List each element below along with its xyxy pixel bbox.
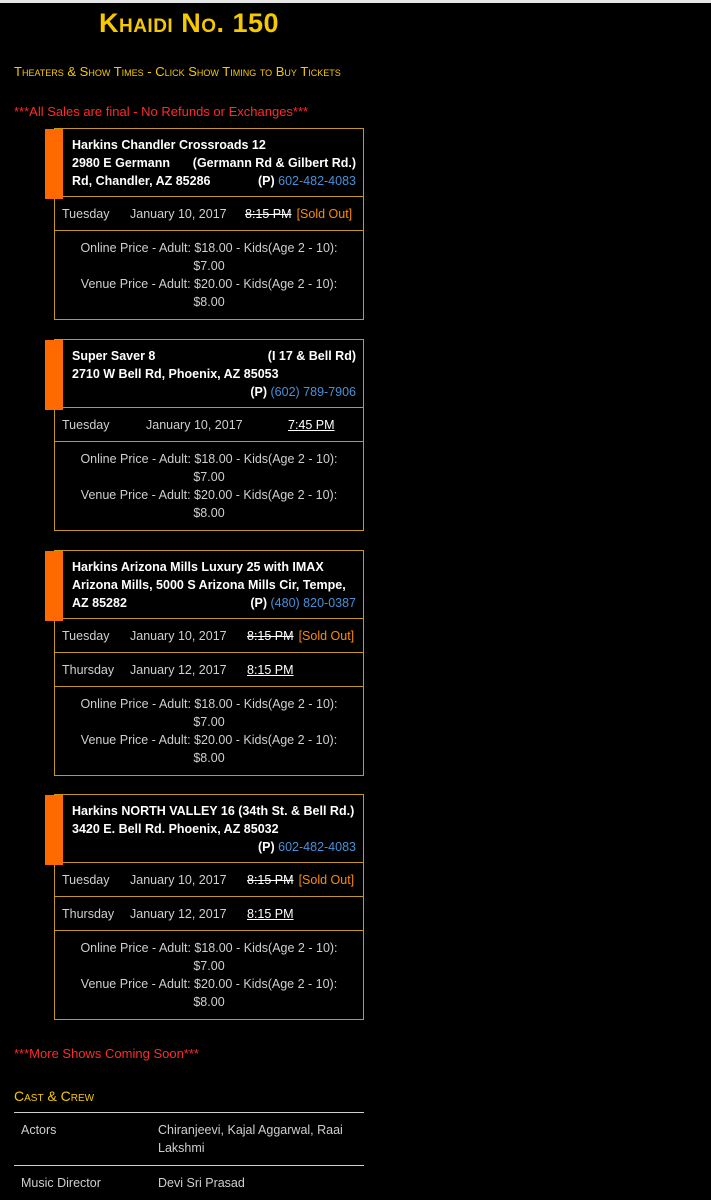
show-day: Tuesday <box>62 417 110 432</box>
theater-card: Harkins Chandler Crossroads 12 2980 E Ge… <box>45 128 364 320</box>
theater-accent-bar <box>45 340 63 410</box>
show-time: 8:15 PM <box>245 206 292 221</box>
cast-names: Chiranjeevi, Kajal Aggarwal, Raai Lakshm… <box>158 1123 343 1155</box>
show-day: Tuesday <box>62 628 110 643</box>
price-info: Online Price - Adult: $18.00 - Kids(Age … <box>55 441 363 530</box>
theater-card: Harkins NORTH VALLEY 16 (34th St. & Bell… <box>45 794 364 1020</box>
theater-address: 3420 E. Bell Rd. Phoenix, AZ 85032 <box>72 822 279 836</box>
show-date: January 12, 2017 <box>130 906 227 921</box>
price-info: Online Price - Adult: $18.00 - Kids(Age … <box>55 686 363 775</box>
cast-row: Actors Chiranjeevi, Kajal Aggarwal, Raai… <box>14 1112 364 1165</box>
theater-header: Super Saver 8 (I 17 & Bell Rd) 2710 W Bel… <box>45 340 363 410</box>
sold-out-badge: [Sold Out] <box>296 206 353 221</box>
show-day: Tuesday <box>62 206 110 221</box>
showtime-row: Thursday January 12, 2017 8:15 PM <box>55 896 363 930</box>
venue-price: Venue Price - Adult: $20.00 - Kids(Age 2… <box>80 488 338 520</box>
show-time-link[interactable]: 8:15 PM <box>247 663 294 677</box>
online-price: Online Price - Adult: $18.00 - Kids(Age … <box>80 241 338 273</box>
theater-address: 2980 E Germann <box>72 156 170 170</box>
show-time-link[interactable]: 8:15 PM <box>247 907 294 921</box>
showtime-row: Tuesday January 10, 2017 7:45 PM <box>55 407 363 441</box>
show-date: January 10, 2017 <box>130 206 227 221</box>
venue-price: Venue Price - Adult: $20.00 - Kids(Age 2… <box>80 977 338 1009</box>
phone-prefix: (P) <box>257 174 275 188</box>
theater-address: 2710 W Bell Rd, Phoenix, AZ 85053 <box>72 367 279 381</box>
online-price: Online Price - Adult: $18.00 - Kids(Age … <box>80 941 338 973</box>
phone-prefix: (P) <box>250 596 268 610</box>
online-price: Online Price - Adult: $18.00 - Kids(Age … <box>80 697 338 729</box>
theater-header: Harkins NORTH VALLEY 16 (34th St. & Bell… <box>45 795 363 865</box>
show-day: Tuesday <box>62 872 110 887</box>
theater-accent-bar <box>45 795 63 865</box>
online-price: Online Price - Adult: $18.00 - Kids(Age … <box>80 452 338 484</box>
theater-name: Super Saver 8 <box>72 349 156 363</box>
theater-accent-bar <box>45 551 63 621</box>
phone-link[interactable]: (480) 820-0387 <box>271 596 356 610</box>
phone-prefix: (P) <box>257 840 275 854</box>
theater-header: Harkins Chandler Crossroads 12 2980 E Ge… <box>45 129 363 199</box>
price-info: Online Price - Adult: $18.00 - Kids(Age … <box>55 930 363 1019</box>
show-day: Thursday <box>62 662 115 677</box>
showtime-row: Tuesday January 10, 2017 8:15 PM [Sold O… <box>55 862 363 896</box>
cast-table: Actors Chiranjeevi, Kajal Aggarwal, Raai… <box>14 1112 364 1200</box>
show-date: January 12, 2017 <box>130 662 227 677</box>
theater-name: Harkins Arizona Mills Luxury 25 with IMA… <box>72 560 324 574</box>
theater-card: Super Saver 8 (I 17 & Bell Rd) 2710 W Bel… <box>45 339 364 531</box>
theater-cross-streets: (Germann Rd & Gilbert Rd.) <box>192 156 356 170</box>
cast-row: Music Director Devi Sri Prasad <box>14 1165 364 1200</box>
phone-link[interactable]: 602-482-4083 <box>278 174 356 188</box>
more-shows-notice: ***More Shows Coming Soon*** <box>14 1046 199 1061</box>
movie-title: Khaidi No. 150 <box>98 8 280 38</box>
showtime-row: Thursday January 12, 2017 8:15 PM <box>55 652 363 686</box>
sold-out-badge: [Sold Out] <box>298 872 355 887</box>
show-time: 8:15 PM <box>247 628 294 643</box>
sales-notice: ***All Sales are final - No Refunds or E… <box>14 104 309 119</box>
top-edge-bar <box>0 0 711 3</box>
cast-role: Music Director <box>21 1176 101 1190</box>
showtime-row: Tuesday January 10, 2017 8:15 PM [Sold O… <box>55 618 363 652</box>
theater-cross-streets: (I 17 & Bell Rd) <box>267 349 356 363</box>
theater-address: Arizona Mills, 5000 S Arizona Mills Cir,… <box>72 578 346 592</box>
cast-role: Actors <box>21 1123 57 1137</box>
theater-name: Harkins Chandler Crossroads 12 <box>72 138 266 152</box>
sold-out-badge: [Sold Out] <box>298 628 355 643</box>
venue-price: Venue Price - Adult: $20.00 - Kids(Age 2… <box>80 733 338 765</box>
show-date: January 10, 2017 <box>130 872 227 887</box>
theaters-heading: Theaters & Show Times - Click Show Timin… <box>14 64 341 79</box>
theater-header: Harkins Arizona Mills Luxury 25 with IMA… <box>45 551 363 621</box>
cast-names: Devi Sri Prasad <box>158 1176 245 1190</box>
show-time: 8:15 PM <box>247 872 294 887</box>
theater-city: Rd, Chandler, AZ 85286 <box>72 174 211 188</box>
show-day: Thursday <box>62 906 115 921</box>
phone-link[interactable]: (602) 789-7906 <box>271 385 356 399</box>
theater-city: AZ 85282 <box>72 596 127 610</box>
phone-prefix: (P) <box>250 385 268 399</box>
cast-crew-heading: Cast & Crew <box>14 1088 95 1104</box>
show-date: January 10, 2017 <box>146 417 243 432</box>
phone-link[interactable]: 602-482-4083 <box>278 840 356 854</box>
showtime-row: Tuesday January 10, 2017 8:15 PM [Sold O… <box>55 196 363 230</box>
price-info: Online Price - Adult: $18.00 - Kids(Age … <box>55 230 363 319</box>
show-date: January 10, 2017 <box>130 628 227 643</box>
theater-accent-bar <box>45 129 63 199</box>
show-time-link[interactable]: 7:45 PM <box>288 418 335 432</box>
theater-name: Harkins NORTH VALLEY 16 (34th St. & Bell… <box>72 804 355 818</box>
theater-card: Harkins Arizona Mills Luxury 25 with IMA… <box>45 550 364 776</box>
venue-price: Venue Price - Adult: $20.00 - Kids(Age 2… <box>80 277 338 309</box>
